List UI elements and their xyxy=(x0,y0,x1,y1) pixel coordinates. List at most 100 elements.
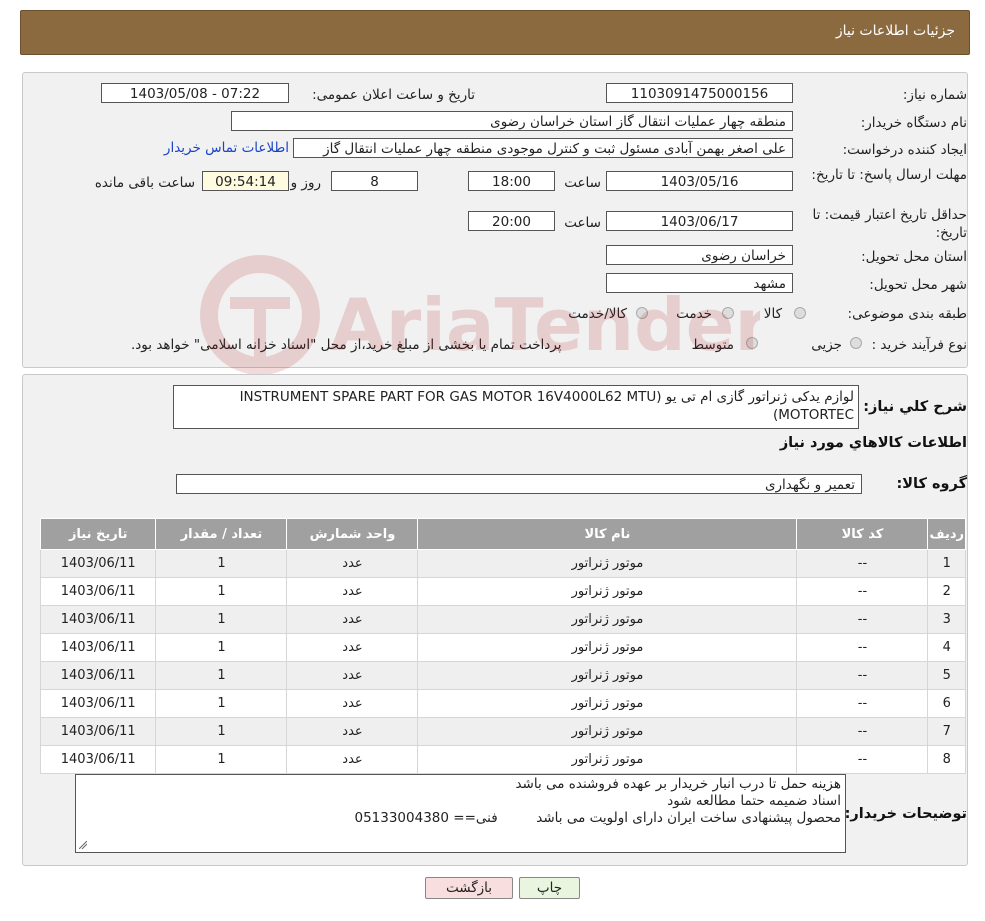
cell-date: 1403/06/11 xyxy=(39,717,157,746)
table-row: 5 -- موتور ژنراتور عدد 1 1403/06/11 xyxy=(39,661,966,690)
back-button[interactable]: بازگشت xyxy=(425,877,513,899)
cell-unit: عدد xyxy=(286,661,419,690)
cell-name: موتور ژنراتور xyxy=(417,717,798,746)
col-qty-header: تعداد / مقدار xyxy=(155,518,288,550)
note-line: اسناد ضمیمه حتما مطالعه شود xyxy=(667,793,841,809)
reply-time-label: ساعت xyxy=(564,175,601,191)
cell-qty: 1 xyxy=(155,717,288,746)
category-label: طبقه بندی موضوعی: xyxy=(847,306,967,322)
buyer-org-label: نام دستگاه خریدار: xyxy=(860,115,967,131)
price-date-field: 1403/06/17 xyxy=(606,211,793,231)
cell-name: موتور ژنراتور xyxy=(417,605,798,634)
cell-code: -- xyxy=(796,577,929,606)
cell-name: موتور ژنراتور xyxy=(417,633,798,662)
process-option-partial: جزیی xyxy=(811,337,842,353)
cell-row-num: 8 xyxy=(927,745,966,774)
need-number-label: شماره نیاز: xyxy=(902,87,967,103)
col-code-header: کد کالا xyxy=(796,518,929,550)
reply-time-field: 18:00 xyxy=(468,171,555,191)
table-row: 6 -- موتور ژنراتور عدد 1 1403/06/11 xyxy=(39,689,966,718)
cell-name: موتور ژنراتور xyxy=(417,689,798,718)
cell-qty: 1 xyxy=(155,605,288,634)
need-number-field: 1103091475000156 xyxy=(606,83,793,103)
price-validity-label: حداقل تاریخ اعتبار قیمت: تا تاریخ: xyxy=(787,206,967,242)
cell-date: 1403/06/11 xyxy=(39,689,157,718)
cell-code: -- xyxy=(796,689,929,718)
cell-date: 1403/06/11 xyxy=(39,661,157,690)
table-header-row: ردیف کد کالا نام کالا واحد شمارش تعداد /… xyxy=(39,518,966,550)
buyer-contact-link[interactable]: اطلاعات تماس خریدار xyxy=(164,140,289,156)
table-row: 2 -- موتور ژنراتور عدد 1 1403/06/11 xyxy=(39,577,966,606)
resize-handle-icon[interactable] xyxy=(79,841,87,849)
table-row: 8 -- موتور ژنراتور عدد 1 1403/06/11 xyxy=(39,745,966,774)
days-label: روز و xyxy=(290,175,321,191)
cell-unit: عدد xyxy=(286,689,419,718)
table-row: 4 -- موتور ژنراتور عدد 1 1403/06/11 xyxy=(39,633,966,662)
cell-code: -- xyxy=(796,633,929,662)
category-radio-service[interactable] xyxy=(722,307,734,319)
category-radio-goods-service[interactable] xyxy=(636,307,648,319)
category-radio-goods[interactable] xyxy=(794,307,806,319)
cell-name: موتور ژنراتور xyxy=(417,549,798,578)
cell-qty: 1 xyxy=(155,549,288,578)
cell-name: موتور ژنراتور xyxy=(417,661,798,690)
process-radio-medium[interactable] xyxy=(746,337,758,349)
reply-deadline-label: مهلت ارسال پاسخ: تا تاریخ: xyxy=(807,166,967,184)
remaining-time-field: 09:54:14 xyxy=(202,171,289,191)
summary-field: لوازم یدکی ژنراتور گازی ام تی یو (INSTRU… xyxy=(173,385,859,429)
table-row: 7 -- موتور ژنراتور عدد 1 1403/06/11 xyxy=(39,717,966,746)
cell-qty: 1 xyxy=(155,633,288,662)
cell-unit: عدد xyxy=(286,717,419,746)
process-radio-partial[interactable] xyxy=(850,337,862,349)
summary-label: شرح کلي نياز: xyxy=(863,399,967,415)
cell-date: 1403/06/11 xyxy=(39,605,157,634)
notes-label: توضیحات خریدار: xyxy=(844,806,967,822)
cell-row-num: 7 xyxy=(927,717,966,746)
cell-date: 1403/06/11 xyxy=(39,577,157,606)
cell-date: 1403/06/11 xyxy=(39,549,157,578)
table-body: 1 -- موتور ژنراتور عدد 1 1403/06/11 2 -- موتور ژ… xyxy=(39,549,966,774)
cell-qty: 1 xyxy=(155,577,288,606)
cell-unit: عدد xyxy=(286,577,419,606)
announce-field: 1403/05/08 - 07:22 xyxy=(101,83,289,103)
table-row: 1 -- موتور ژنراتور عدد 1 1403/06/11 xyxy=(39,549,966,578)
reply-deadline-text: مهلت ارسال پاسخ: تا تاریخ: xyxy=(811,167,967,183)
category-option-goods: کالا xyxy=(763,306,782,322)
cell-code: -- xyxy=(796,549,929,578)
print-button[interactable]: چاپ xyxy=(519,877,580,899)
note-line: محصول پیشنهادی ساخت ایران دارای اولویت م… xyxy=(354,810,841,826)
cell-qty: 1 xyxy=(155,745,288,774)
cell-date: 1403/06/11 xyxy=(39,745,157,774)
price-validity-text: حداقل تاریخ اعتبار قیمت: تا تاریخ: xyxy=(812,207,967,241)
creator-field: علی اصغر بهمن آبادی مسئول ثبت و کنترل مو… xyxy=(293,138,793,158)
remaining-label: ساعت باقی مانده xyxy=(94,175,195,191)
page-title: جزئیات اطلاعات نیاز xyxy=(835,23,955,39)
category-option-goods-service: کالا/خدمت xyxy=(568,306,627,322)
table-row: 3 -- موتور ژنراتور عدد 1 1403/06/11 xyxy=(39,605,966,634)
cell-code: -- xyxy=(796,745,929,774)
cell-name: موتور ژنراتور xyxy=(417,577,798,606)
cell-unit: عدد xyxy=(286,605,419,634)
cell-row-num: 5 xyxy=(927,661,966,690)
goods-info-title: اطلاعات کالاهاي مورد نياز xyxy=(779,435,967,451)
process-note: پرداخت تمام یا بخشی از مبلغ خرید،از محل … xyxy=(131,337,562,353)
province-label: استان محل تحویل: xyxy=(861,249,967,265)
buyer-org-field: منطقه چهار عملیات انتقال گاز استان خراسا… xyxy=(231,111,793,131)
cell-name: موتور ژنراتور xyxy=(417,745,798,774)
cell-row-num: 2 xyxy=(927,577,966,606)
buyer-notes-field: هزینه حمل تا درب انبار خریدار بر عهده فر… xyxy=(75,774,846,853)
process-label: نوع فرآیند خرید : xyxy=(871,337,967,353)
cell-code: -- xyxy=(796,605,929,634)
price-time-field: 20:00 xyxy=(468,211,555,231)
cell-date: 1403/06/11 xyxy=(39,633,157,662)
cell-row-num: 3 xyxy=(927,605,966,634)
reply-date-field: 1403/05/16 xyxy=(606,171,793,191)
col-unit-header: واحد شمارش xyxy=(286,518,419,550)
city-label: شهر محل تحویل: xyxy=(869,277,967,293)
goods-table: ردیف کد کالا نام کالا واحد شمارش تعداد /… xyxy=(39,518,966,774)
announce-label: تاریخ و ساعت اعلان عمومی: xyxy=(312,87,475,103)
cell-qty: 1 xyxy=(155,689,288,718)
note-line: هزینه حمل تا درب انبار خریدار بر عهده فر… xyxy=(515,776,841,792)
cell-unit: عدد xyxy=(286,745,419,774)
cell-row-num: 1 xyxy=(927,549,966,578)
